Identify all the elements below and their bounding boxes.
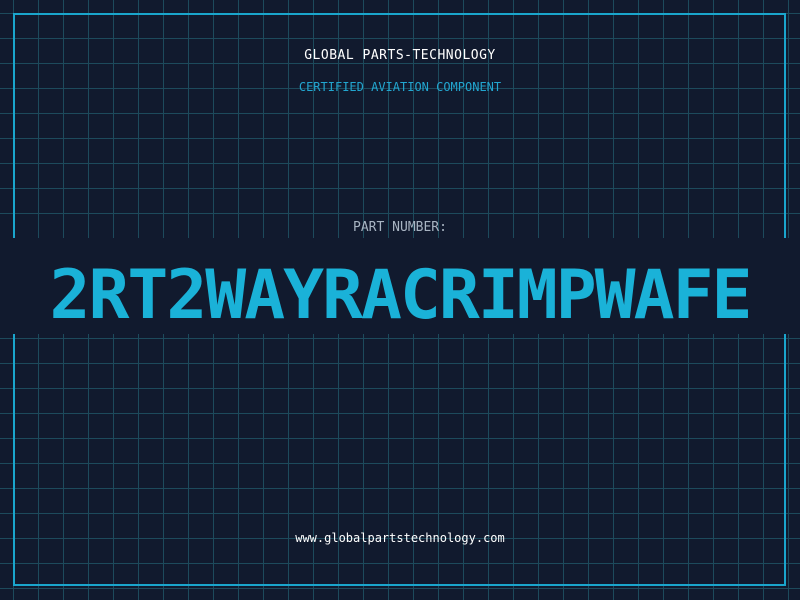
part-number-label: PART NUMBER: xyxy=(353,220,447,235)
certification-subtitle: CERTIFIED AVIATION COMPONENT xyxy=(298,80,502,94)
company-name: GLOBAL PARTS-TECHNOLOGY xyxy=(304,48,496,63)
part-number-value: 2RT2WAYRACRIMPWAFE xyxy=(49,256,753,335)
certificate-card: GLOBAL PARTS-TECHNOLOGY CERTIFIED AVIATI… xyxy=(0,0,800,600)
website-url: www.globalpartstechnology.com xyxy=(295,531,505,545)
